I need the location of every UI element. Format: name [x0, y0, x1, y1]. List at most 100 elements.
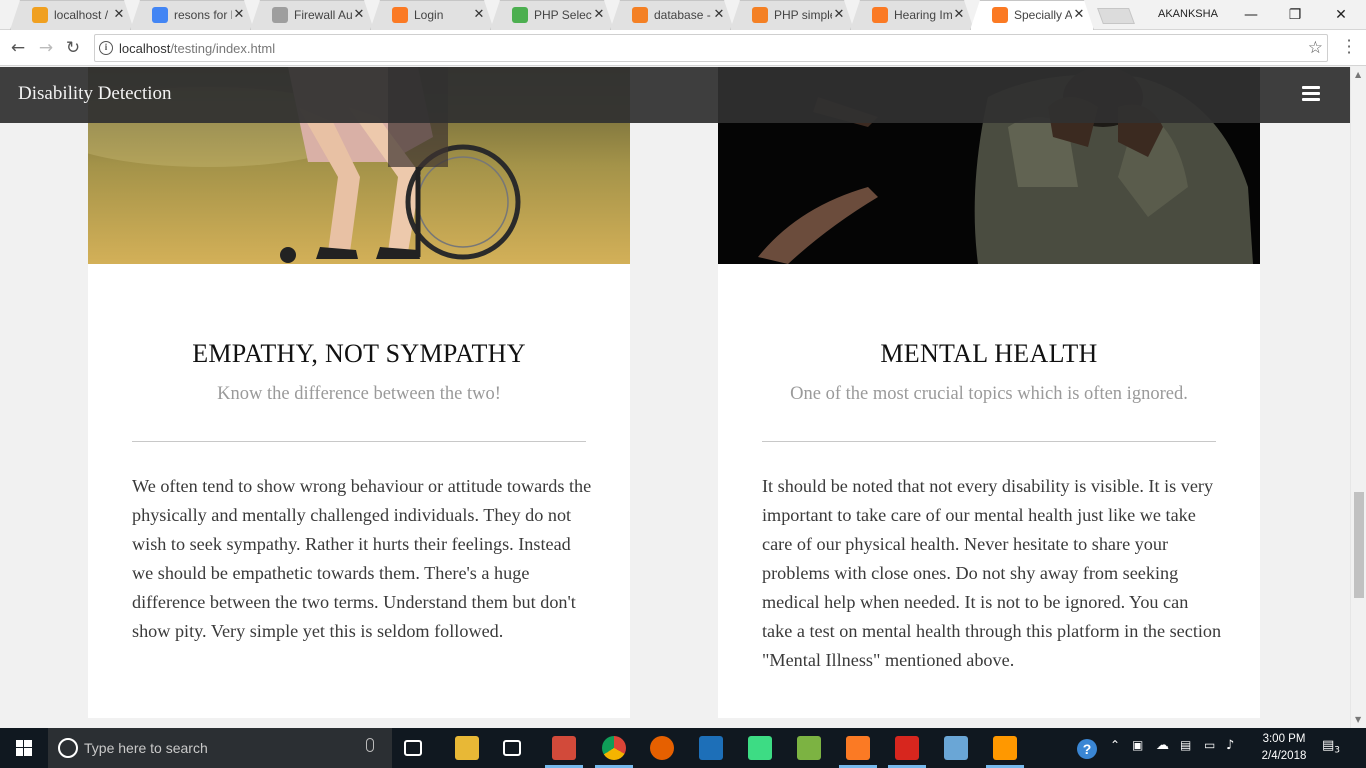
browser-tab[interactable]: resons for l ✕	[130, 0, 254, 30]
page-scrollbar[interactable]: ▲ ▼	[1350, 67, 1366, 728]
eclipse-icon[interactable]	[699, 736, 723, 760]
tab-title: Login	[414, 8, 444, 22]
close-window-button[interactable]: ✕	[1326, 4, 1356, 26]
tab-close-icon[interactable]: ✕	[712, 8, 726, 22]
document-icon	[272, 7, 288, 23]
battery-icon[interactable]: ▭	[1204, 738, 1215, 752]
bookmark-star-icon[interactable]: ☆	[1308, 38, 1323, 58]
task-view-icon[interactable]	[404, 740, 422, 756]
back-button[interactable]: ←	[8, 38, 28, 58]
site-brand[interactable]: Disability Detection	[18, 83, 172, 105]
browser-tab[interactable]: PHP simple ✕	[730, 0, 854, 30]
tab-title: Firewall Au	[294, 8, 352, 22]
url-path: /testing/index.html	[170, 41, 276, 56]
flashcard-app-icon[interactable]	[552, 736, 576, 760]
svg-text:?: ?	[1083, 741, 1092, 757]
browser-tab[interactable]: Hearing Im ✕	[850, 0, 974, 30]
card-title: EMPATHY, NOT SYMPATHY	[192, 339, 526, 368]
windows-taskbar: Type here to search ? ⌃ ▣ ☁ ▤ ▭ ♪ 3:00 P…	[0, 728, 1366, 768]
phpmyadmin-icon	[32, 7, 48, 23]
xampp-icon	[392, 7, 408, 23]
help-icon[interactable]: ?	[1076, 738, 1098, 764]
microphone-icon[interactable]	[366, 738, 374, 752]
page-viewport: EMPATHY, NOT SYMPATHY Know the differenc…	[0, 67, 1350, 728]
android-studio-icon[interactable]	[748, 736, 772, 760]
tab-close-icon[interactable]: ✕	[112, 8, 126, 22]
store-icon[interactable]	[503, 740, 521, 756]
xampp-icon	[872, 7, 888, 23]
card-subtitle: Know the difference between the two!	[217, 384, 501, 404]
browser-tab[interactable]: Login ✕	[370, 0, 494, 30]
tab-close-icon[interactable]: ✕	[1072, 8, 1086, 22]
stackoverflow-icon	[752, 7, 768, 23]
file-explorer-icon[interactable]	[455, 736, 479, 760]
scroll-down-arrow-icon[interactable]: ▼	[1355, 715, 1361, 724]
network-icon[interactable]: ▤	[1180, 738, 1191, 752]
firefox-icon[interactable]	[650, 736, 674, 760]
card-body: It should be noted that not every disabi…	[762, 476, 1222, 670]
gift-icon[interactable]: ▣	[1132, 738, 1143, 752]
forward-button[interactable]: →	[36, 38, 56, 58]
browser-tab[interactable]: Firewall Au ✕	[250, 0, 374, 30]
scrollbar-thumb[interactable]	[1354, 492, 1364, 598]
tab-close-icon[interactable]: ✕	[832, 8, 846, 22]
browser-menu-icon[interactable]: · · ·	[1344, 33, 1354, 61]
reload-button[interactable]: ↻	[63, 38, 83, 58]
tab-close-icon[interactable]: ✕	[952, 8, 966, 22]
profile-name[interactable]: AKANKSHA	[1158, 8, 1218, 20]
w3schools-icon	[512, 7, 528, 23]
browser-tab[interactable]: localhost / ✕	[10, 0, 134, 30]
url-text[interactable]: localhost/testing/index.html	[119, 41, 275, 56]
tab-title: PHP simple	[774, 8, 832, 22]
card-divider	[762, 441, 1216, 442]
tab-close-icon[interactable]: ✕	[592, 8, 606, 22]
tab-close-icon[interactable]: ✕	[232, 8, 246, 22]
chrome-icon[interactable]	[602, 736, 626, 760]
tray-chevron-icon[interactable]: ⌃	[1110, 738, 1120, 752]
onedrive-icon[interactable]: ☁	[1156, 738, 1169, 753]
tab-title: Hearing Im	[894, 8, 952, 22]
stackoverflow-icon	[632, 7, 648, 23]
scroll-up-arrow-icon[interactable]: ▲	[1355, 70, 1361, 79]
browser-tab[interactable]: database - ✕	[610, 0, 734, 30]
tab-title: PHP Select	[534, 8, 592, 22]
restore-button[interactable]: ❐	[1280, 4, 1310, 26]
info-icon[interactable]: i	[99, 41, 113, 55]
taskbar-search[interactable]: Type here to search	[48, 728, 392, 768]
system-clock[interactable]: 3:00 PM 2/4/2018	[1254, 731, 1314, 765]
minimize-button[interactable]: —	[1236, 4, 1266, 26]
xampp-icon	[992, 7, 1008, 23]
tab-title: resons for l	[174, 8, 232, 22]
tab-title: database -	[654, 8, 711, 22]
action-center-icon[interactable]: ▤3	[1322, 738, 1340, 756]
cortana-icon	[58, 738, 78, 758]
card-empathy: EMPATHY, NOT SYMPATHY Know the differenc…	[88, 67, 630, 718]
windows-logo-icon	[16, 740, 32, 756]
tab-strip: localhost / ✕ resons for l ✕ Firewall Au ✕ Log…	[0, 0, 1366, 30]
url-host: localhost	[119, 41, 171, 56]
tab-close-icon[interactable]: ✕	[472, 8, 486, 22]
tab-close-icon[interactable]: ✕	[352, 8, 366, 22]
volume-icon[interactable]: ♪	[1226, 738, 1234, 753]
search-placeholder: Type here to search	[84, 740, 208, 756]
notification-count: 3	[1334, 745, 1341, 756]
notepad-icon[interactable]	[944, 736, 968, 760]
xampp-taskbar-icon[interactable]	[846, 736, 870, 760]
google-icon	[152, 7, 168, 23]
tab-title: Specially A	[1014, 8, 1072, 22]
hamburger-menu-icon[interactable]	[1302, 86, 1320, 102]
tab-title: localhost /	[54, 8, 109, 22]
clock-time: 3:00 PM	[1262, 733, 1306, 745]
start-button[interactable]	[0, 728, 48, 768]
colorful-app-icon[interactable]	[797, 736, 821, 760]
browser-tab[interactable]: Specially A ✕	[970, 0, 1094, 30]
card-subtitle: One of the most crucial topics which is …	[790, 384, 1188, 404]
browser-toolbar: ← → ↻ i localhost/testing/index.html ☆ ·…	[0, 30, 1366, 66]
sublime-icon[interactable]	[993, 736, 1017, 760]
card-divider	[132, 441, 586, 442]
address-bar[interactable]: i localhost/testing/index.html ☆	[94, 34, 1328, 62]
browser-tab[interactable]: PHP Select ✕	[490, 0, 614, 30]
acrobat-icon[interactable]	[895, 736, 919, 760]
card-body: We often tend to show wrong behaviour or…	[132, 476, 592, 641]
new-tab-button[interactable]	[1097, 8, 1135, 24]
